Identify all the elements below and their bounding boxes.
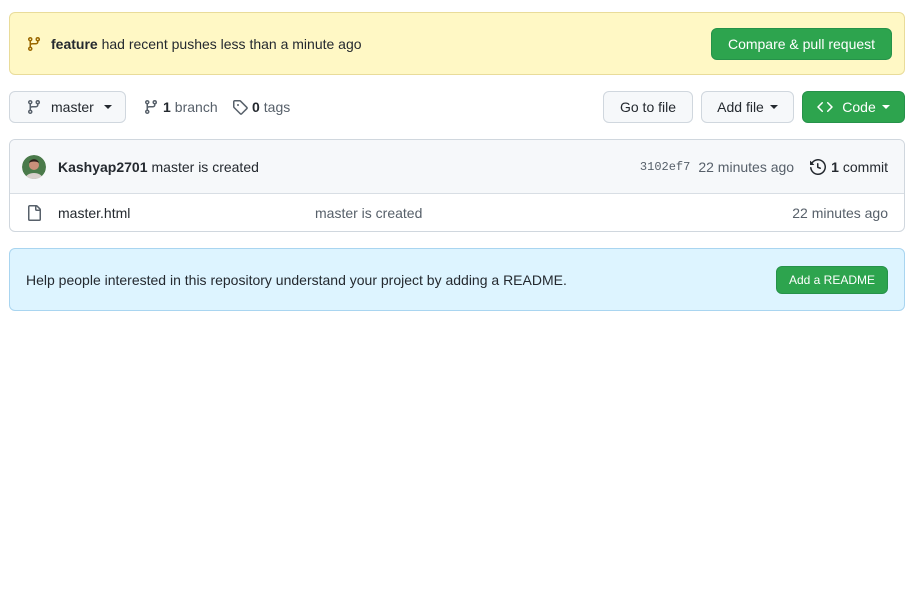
banner-message: feature had recent pushes less than a mi…: [51, 36, 711, 52]
tag-count: 0: [252, 99, 260, 115]
git-branch-icon: [26, 99, 42, 115]
chevron-down-icon: [103, 105, 112, 109]
add-readme-button[interactable]: Add a README: [776, 265, 888, 294]
avatar[interactable]: [22, 154, 46, 179]
banner-text: had recent pushes less than a minute ago: [101, 35, 362, 52]
git-branch-icon: [143, 99, 159, 115]
code-icon: [817, 99, 834, 115]
chevron-down-icon: [769, 105, 778, 109]
compare-pull-request-button[interactable]: Compare & pull request: [711, 27, 892, 60]
tag-label: tags: [263, 99, 291, 115]
code-button[interactable]: Code: [802, 91, 905, 123]
branch-label: branch: [174, 99, 218, 115]
branches-link[interactable]: 1 branch: [143, 91, 218, 123]
file-list-box: Kashyap2701 master is created 3102ef7 22…: [9, 139, 905, 232]
tags-link[interactable]: 0 tags: [232, 91, 290, 123]
branch-select-label: master: [51, 99, 94, 115]
file-commit-message[interactable]: master is created: [315, 205, 422, 221]
go-to-file-button[interactable]: Go to file: [603, 91, 693, 123]
commits-history-link[interactable]: 1 commit: [810, 159, 888, 175]
commit-count: 1: [831, 159, 839, 175]
git-branch-icon: [26, 36, 42, 52]
recent-push-banner: feature had recent pushes less than a mi…: [9, 12, 905, 75]
file-row[interactable]: master.html master is created 22 minutes…: [10, 194, 904, 231]
readme-prompt: Help people interested in this repositor…: [9, 248, 905, 311]
add-file-label: Add file: [717, 99, 764, 115]
file-icon: [26, 205, 42, 221]
commit-time: 22 minutes ago: [698, 159, 795, 175]
commit-count-label: commit: [842, 159, 888, 175]
code-label: Code: [842, 99, 876, 115]
banner-branch-name[interactable]: feature: [51, 36, 98, 52]
latest-commit-row: Kashyap2701 master is created 3102ef7 22…: [10, 140, 904, 194]
branch-count: 1: [163, 99, 171, 115]
add-file-button[interactable]: Add file: [701, 91, 794, 123]
history-icon: [810, 159, 827, 175]
file-age: 22 minutes ago: [792, 205, 888, 221]
branch-select-button[interactable]: master: [9, 91, 126, 123]
commit-author[interactable]: Kashyap2701: [58, 159, 148, 175]
repo-toolbar: master 1 branch 0 tags Go to file Add fi…: [9, 91, 905, 123]
commit-message[interactable]: master is created: [152, 159, 259, 175]
file-name[interactable]: master.html: [58, 205, 130, 221]
chevron-down-icon: [881, 105, 890, 109]
commit-sha[interactable]: 3102ef7: [640, 160, 690, 174]
readme-prompt-text: Help people interested in this repositor…: [26, 271, 567, 288]
commit-meta: 3102ef7 22 minutes ago 1 commit: [640, 140, 888, 194]
tag-icon: [232, 99, 248, 115]
